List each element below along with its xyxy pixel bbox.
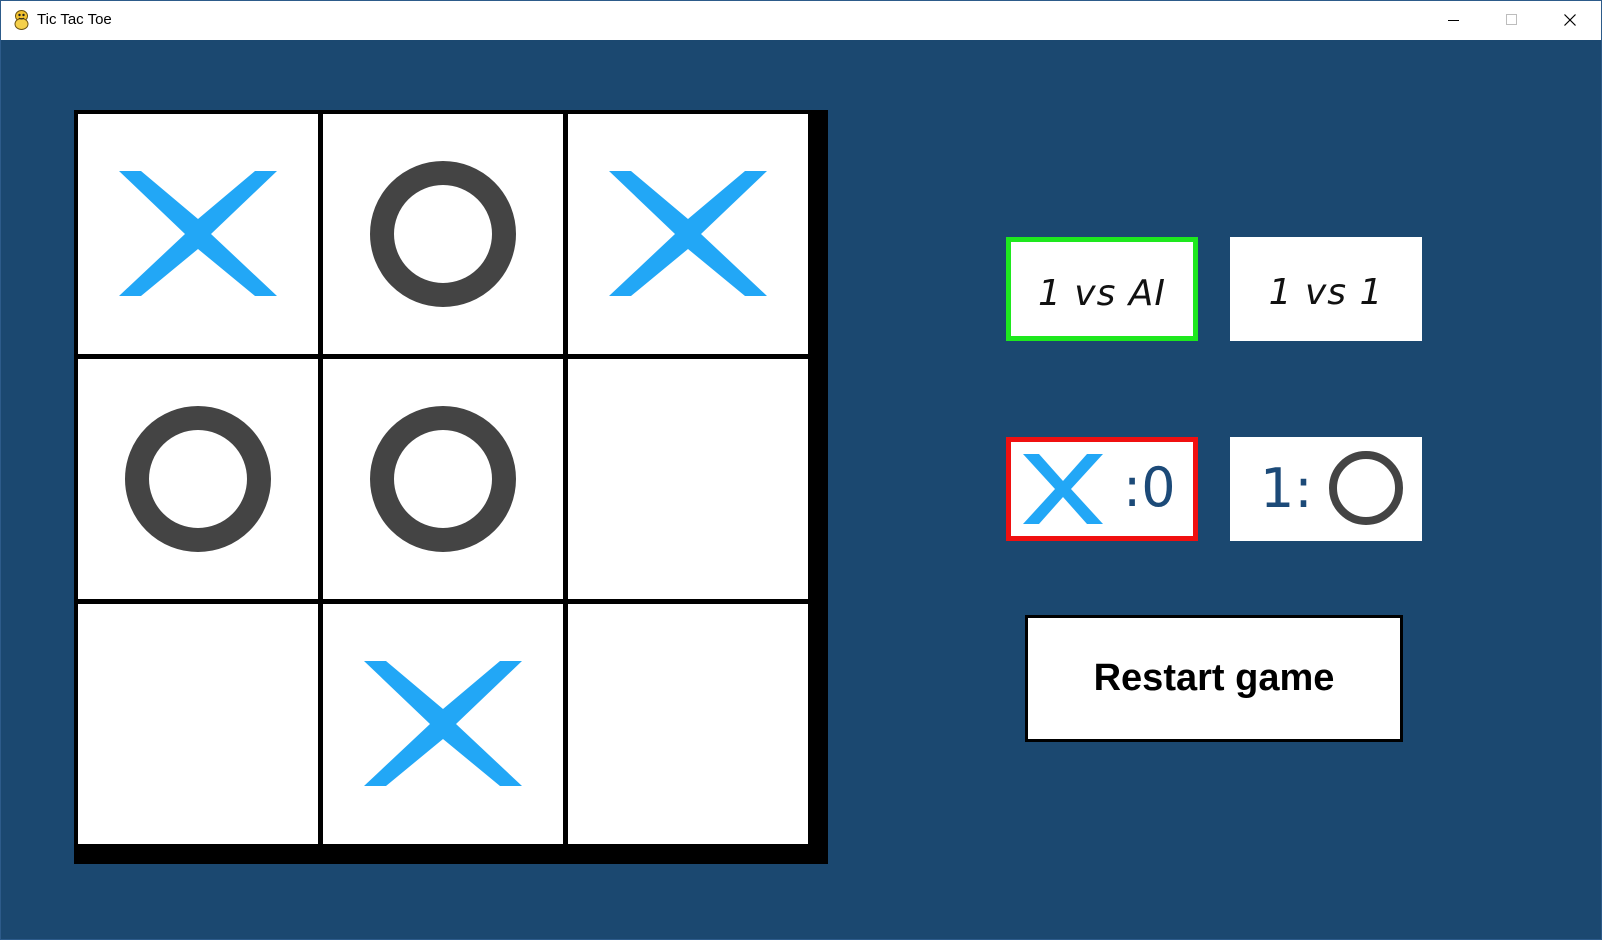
mode-1-vs-1-label: 1 vs 1 bbox=[1268, 272, 1384, 313]
window-title: Tic Tac Toe bbox=[37, 11, 112, 28]
close-icon bbox=[1564, 14, 1576, 26]
board-cell-bottom-right[interactable] bbox=[568, 604, 808, 844]
mode-1-vs-ai-label: 1 vs AI bbox=[1037, 273, 1167, 314]
score-o-value: 1: bbox=[1260, 457, 1313, 520]
board-cell-top-right[interactable] bbox=[568, 114, 808, 354]
o-mark-icon bbox=[370, 406, 516, 552]
app-window: Tic Tac Toe 1 vs AI 1 vs 1:0 1: Restart… bbox=[0, 0, 1602, 940]
mode-1-vs-1-button[interactable]: 1 vs 1 bbox=[1230, 237, 1422, 341]
x-mark-icon bbox=[609, 171, 767, 296]
restart-game-label: Restart game bbox=[1093, 657, 1335, 699]
x-mark-icon bbox=[364, 661, 522, 786]
mode-1-vs-ai-button[interactable]: 1 vs AI bbox=[1006, 237, 1198, 341]
board-cell-top-left[interactable] bbox=[78, 114, 318, 354]
board-cell-middle-left[interactable] bbox=[78, 359, 318, 599]
title-bar[interactable]: Tic Tac Toe bbox=[1, 1, 1601, 40]
o-mark-icon bbox=[370, 161, 516, 307]
board-cell-center[interactable] bbox=[323, 359, 563, 599]
board-cell-top-center[interactable] bbox=[323, 114, 563, 354]
close-button[interactable] bbox=[1541, 1, 1599, 40]
game-area: 1 vs AI 1 vs 1 :0 1: Restart game bbox=[1, 40, 1601, 939]
restart-game-button[interactable]: Restart game bbox=[1025, 615, 1403, 742]
minimize-icon bbox=[1448, 20, 1459, 21]
maximize-button[interactable] bbox=[1483, 1, 1541, 40]
minimize-button[interactable] bbox=[1425, 1, 1483, 40]
board-cell-bottom-center[interactable] bbox=[323, 604, 563, 844]
game-board bbox=[74, 110, 828, 864]
board-cell-bottom-left[interactable] bbox=[78, 604, 318, 844]
score-x-box: :0 bbox=[1006, 437, 1198, 541]
score-x-value: :0 bbox=[1123, 456, 1176, 519]
score-o-box: 1: bbox=[1230, 437, 1422, 541]
o-mark-icon bbox=[125, 406, 271, 552]
python-snake-icon bbox=[13, 10, 30, 30]
x-mark-icon bbox=[119, 171, 277, 296]
board-cell-middle-right[interactable] bbox=[568, 359, 808, 599]
maximize-icon bbox=[1506, 14, 1517, 25]
